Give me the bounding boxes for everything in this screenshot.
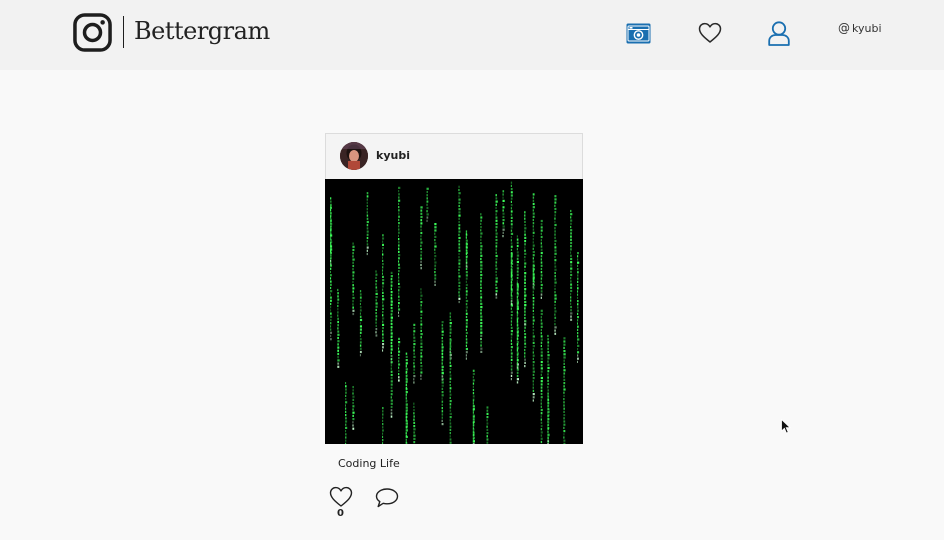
matrix-image [330,181,580,444]
post-username[interactable]: kyubi [376,149,410,162]
speech-bubble-icon[interactable] [375,487,399,509]
mouse-cursor-icon [781,419,791,434]
post-header: kyubi [325,133,583,179]
user-icon[interactable] [768,21,790,46]
camera-icon[interactable] [626,23,651,44]
post-image[interactable] [325,179,583,444]
logo-divider [123,16,124,48]
like-count: 0 [337,508,344,519]
post-caption: Coding Life [338,457,400,470]
instagram-logo-icon[interactable] [73,13,112,52]
avatar[interactable] [340,142,368,170]
at-symbol: @ [838,21,850,35]
like-heart-icon[interactable] [329,486,353,508]
brand-name[interactable]: Bettergram [134,14,270,48]
avatar-image [340,142,368,170]
handle-text: kyubi [852,22,882,35]
top-header: Bettergram @ kyubi [0,0,944,70]
heart-icon[interactable] [698,22,722,44]
profile-handle-link[interactable]: @ kyubi [838,21,882,35]
